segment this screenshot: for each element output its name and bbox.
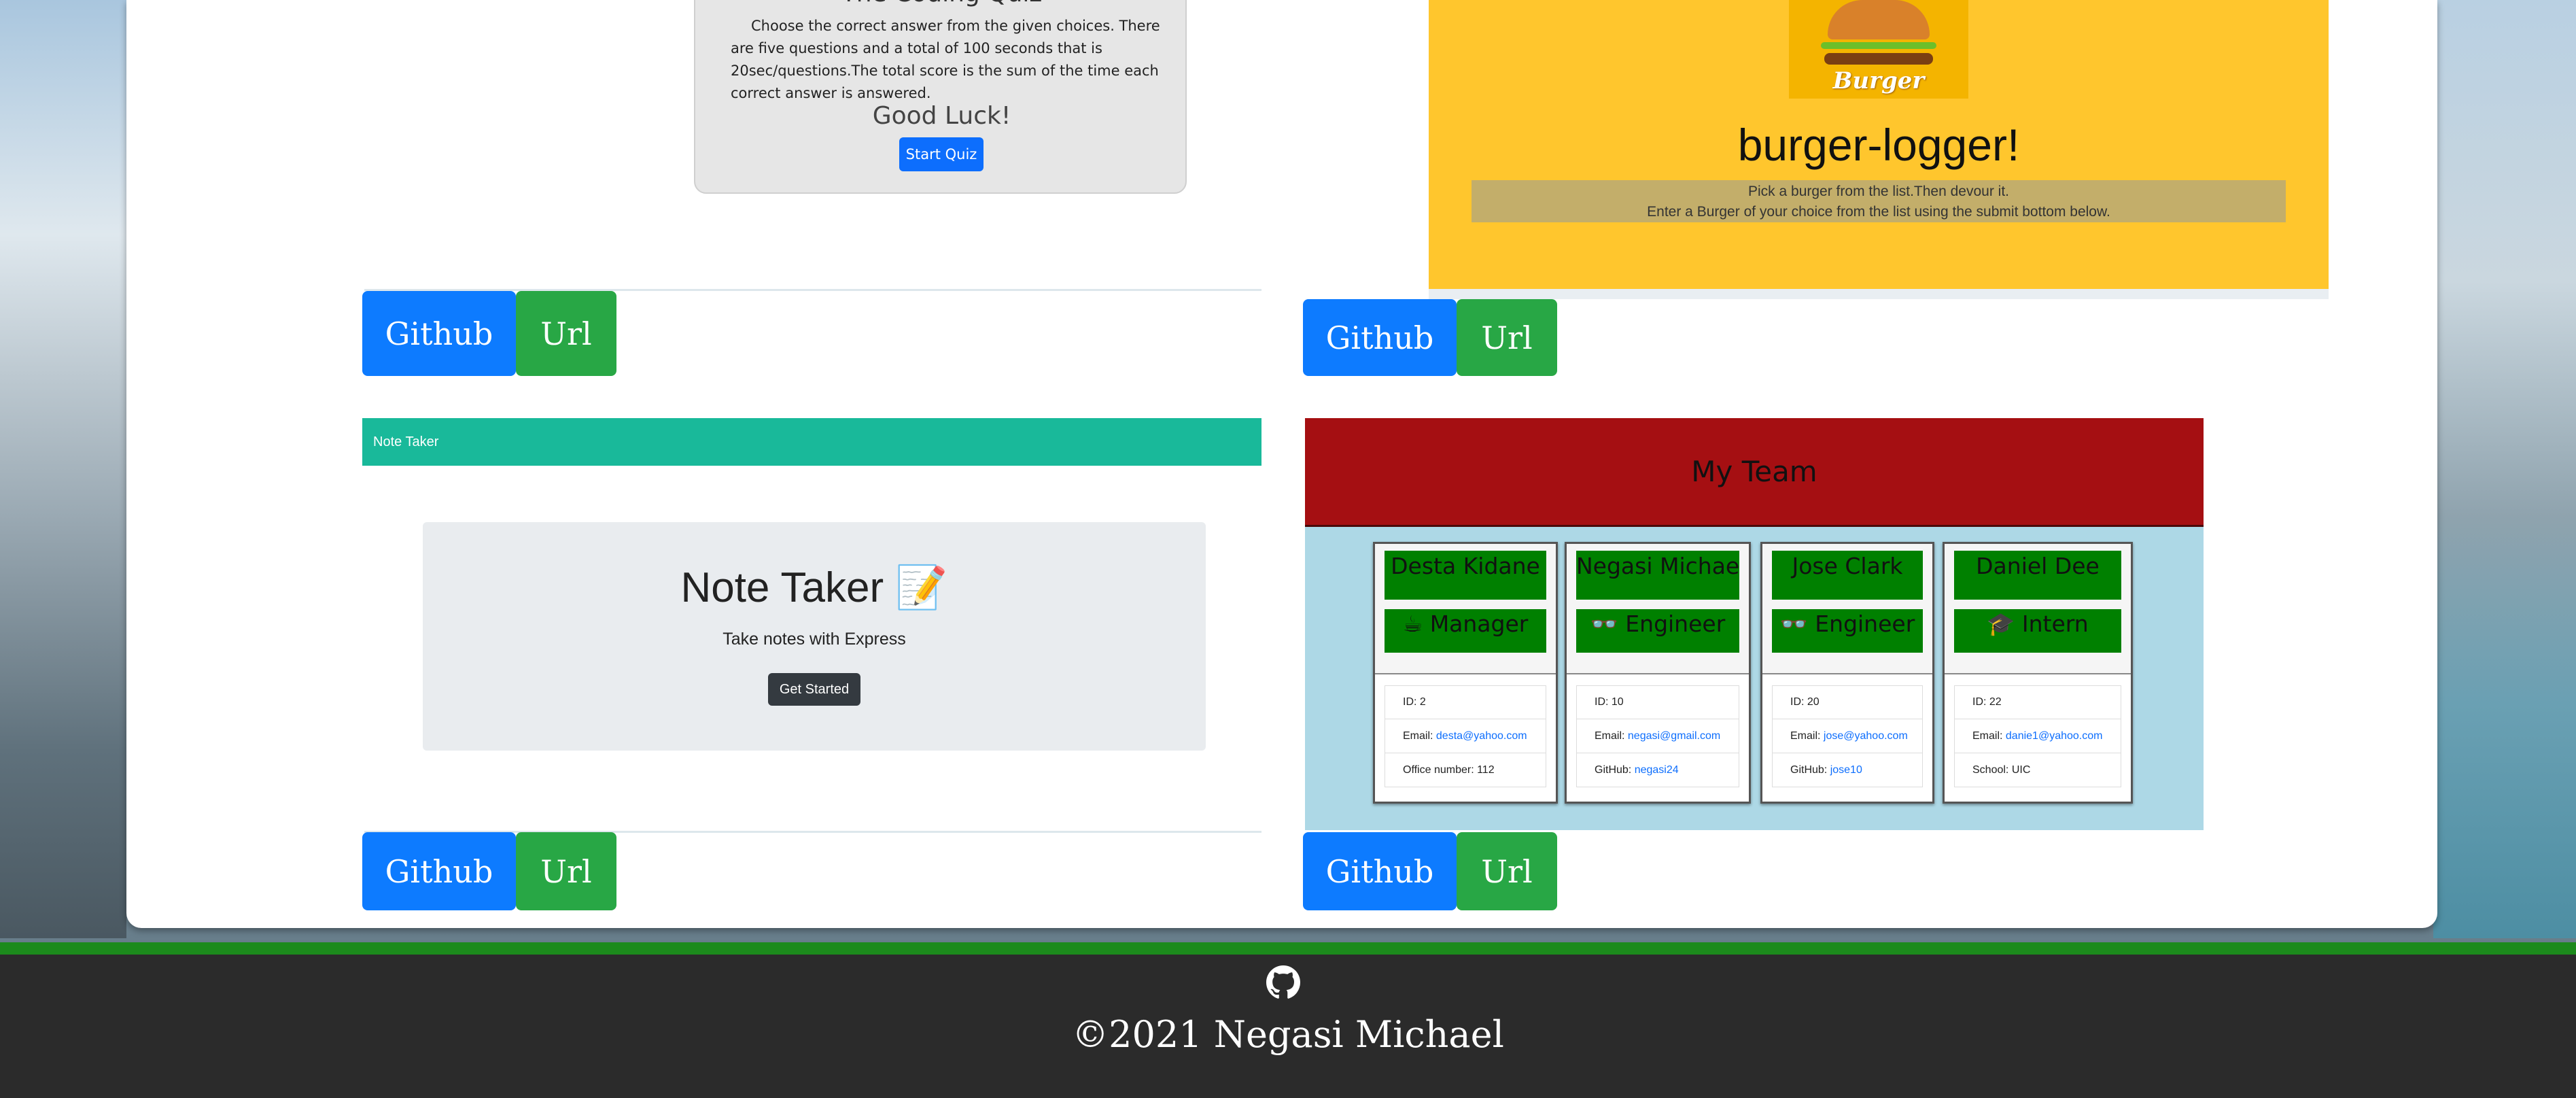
member-role: 👓 Engineer [1772,609,1923,653]
email-link[interactable]: danie1@yahoo.com [2006,730,2103,742]
member-role: ☕ Manager [1385,609,1546,653]
member-id: ID: 22 [1954,685,2121,719]
burger-logo-text: Burger [1832,67,1925,95]
member-office: Office number: 112 [1385,753,1546,787]
member-details: ID: 20 Email: jose@yahoo.com GitHub: jos… [1772,685,1923,787]
github-label: GitHub: [1595,764,1632,776]
email-label: Email: [1403,730,1433,742]
member-name: Negasi Michael [1576,551,1739,600]
github-link[interactable]: jose10 [1830,764,1862,776]
member-name: Daniel Dee [1954,551,2121,600]
github-button[interactable]: Github [362,832,516,910]
member-role: 🎓 Intern [1954,609,2121,653]
url-button[interactable]: Url [1457,832,1557,910]
email-label: Email: [1972,730,2003,742]
footer-accent-line [0,942,2576,955]
github-link[interactable]: negasi24 [1635,764,1679,776]
url-button[interactable]: Url [516,832,616,910]
burger-line-1: Pick a burger from the list.Then devour … [1748,184,2009,199]
member-role: 👓 Engineer [1576,609,1739,653]
member-name: Jose Clark [1772,551,1923,600]
member-email: Email: desta@yahoo.com [1385,719,1546,753]
github-label: GitHub: [1790,764,1828,776]
note-taker-title: Note Taker 📝 [680,564,948,611]
portfolio-card: The Coding Quiz Choose the correct answe… [126,0,2437,928]
team-member-card: Desta Kidane ☕ Manager ID: 2 Email: dest… [1373,542,1558,804]
github-button[interactable]: Github [1303,299,1457,376]
url-button[interactable]: Url [516,291,616,376]
email-link[interactable]: desta@yahoo.com [1436,730,1527,742]
email-link[interactable]: jose@yahoo.com [1824,730,1908,742]
github-button[interactable]: Github [362,291,516,376]
background-left [0,0,126,938]
email-label: Email: [1595,730,1625,742]
member-id: ID: 2 [1385,685,1546,719]
team-header: My Team [1305,418,2204,527]
start-quiz-button[interactable]: Start Quiz [899,137,984,171]
email-label: Email: [1790,730,1821,742]
member-email: Email: negasi@gmail.com [1576,719,1739,753]
note-taker-jumbotron: Note Taker 📝 Take notes with Express Get… [423,522,1206,751]
burger-taskbar-strip [1429,289,2329,299]
member-github: GitHub: negasi24 [1576,753,1739,787]
coding-quiz-preview: The Coding Quiz Choose the correct answe… [694,0,1187,194]
background-right [2433,0,2576,938]
team-member-card: Jose Clark 👓 Engineer ID: 20 Email: jose… [1760,542,1934,804]
burger-logger-preview: Burger burger-logger! Pick a burger from… [1429,0,2329,299]
github-button[interactable]: Github [1303,832,1457,910]
get-started-button[interactable]: Get Started [768,673,860,706]
email-link[interactable]: negasi@gmail.com [1628,730,1720,742]
github-icon[interactable] [1266,965,1300,999]
member-id: ID: 10 [1576,685,1739,719]
member-email: Email: danie1@yahoo.com [1954,719,2121,753]
member-details: ID: 22 Email: danie1@yahoo.com School: U… [1954,685,2121,787]
quiz-good-luck: Good Luck! [872,102,1011,130]
note-taker-navbar: Note Taker [362,418,1261,466]
member-details: ID: 2 Email: desta@yahoo.com Office numb… [1385,685,1546,787]
team-member-card: Daniel Dee 🎓 Intern ID: 22 Email: danie1… [1943,542,2133,804]
burger-line-2: Enter a Burger of your choice from the l… [1647,204,2110,220]
member-id: ID: 20 [1772,685,1923,719]
burger-title: burger-logger! [1737,120,2020,170]
url-button[interactable]: Url [1457,299,1557,376]
quiz-description: Choose the correct answer from the given… [731,18,1160,101]
burger-instructions: Pick a burger from the list.Then devour … [1472,180,2286,222]
copyright-text: ©2021 Negasi Michael [1072,1013,1504,1056]
member-school: School: UIC [1954,753,2121,787]
member-github: GitHub: jose10 [1772,753,1923,787]
member-name: Desta Kidane [1385,551,1546,600]
member-email: Email: jose@yahoo.com [1772,719,1923,753]
burger-logo: Burger [1789,0,1968,99]
quiz-title: The Coding Quiz [695,0,1188,7]
member-details: ID: 10 Email: negasi@gmail.com GitHub: n… [1576,685,1739,787]
my-team-preview: My Team Desta Kidane ☕ Manager ID: 2 Ema… [1305,418,2204,830]
team-member-card: Negasi Michael 👓 Engineer ID: 10 Email: … [1565,542,1751,804]
note-taker-subtitle: Take notes with Express [723,630,906,649]
